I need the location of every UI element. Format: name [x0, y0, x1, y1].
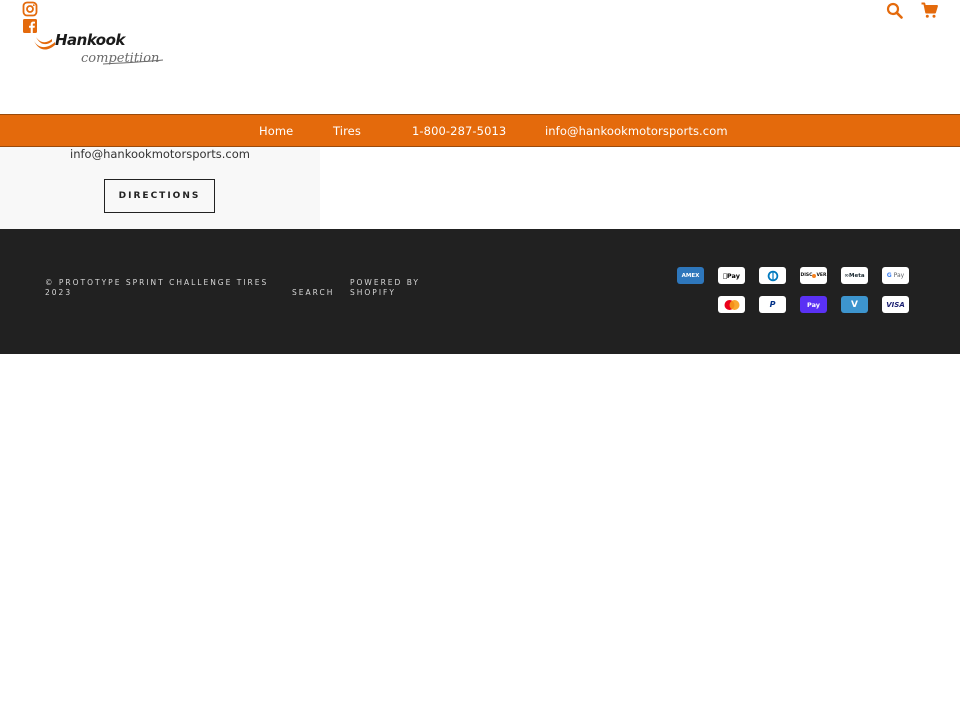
copyright-line-1: © PROTOTYPE SPRINT CHALLENGE TIRES — [45, 278, 269, 287]
footer-search-link[interactable]: SEARCH — [292, 288, 334, 298]
google-pay-icon: G Pay — [882, 267, 909, 284]
logo-wordmark: Hankook — [55, 31, 126, 49]
powered-line-2: SHOPIFY — [350, 288, 396, 297]
paypal-icon: P — [759, 296, 786, 313]
footer-copyright: © PROTOTYPE SPRINT CHALLENGE TIRES 2023 — [45, 278, 268, 298]
visa-icon: VISA — [882, 296, 909, 313]
payment-icons-row-2: P Pay V VISA — [718, 296, 909, 313]
apple-pay-icon: Pay — [718, 267, 745, 284]
powered-line-1: POWERED BY — [350, 278, 421, 287]
nav-tires-link[interactable]: Tires — [333, 124, 361, 138]
logo-subtext: competition — [81, 51, 159, 66]
site-footer: © PROTOTYPE SPRINT CHALLENGE TIRES 2023 … — [0, 229, 960, 354]
site-header: Hankook competition — [0, 0, 960, 114]
amex-icon: AMEX — [677, 267, 704, 284]
footer-powered-by[interactable]: POWERED BY SHOPIFY — [350, 278, 420, 298]
mastercard-icon — [718, 296, 745, 313]
copyright-line-2: 2023 — [45, 288, 73, 297]
discover-icon: DISC VER — [800, 267, 827, 284]
shop-pay-icon: Pay — [800, 296, 827, 313]
nav-phone-link[interactable]: 1-800-287-5013 — [412, 124, 506, 138]
nav-email-link[interactable]: info@hankookmotorsports.com — [545, 124, 728, 138]
cart-icon[interactable] — [921, 2, 938, 19]
nav-home-link[interactable]: Home — [259, 124, 293, 138]
contact-panel: info@hankookmotorsports.com DIRECTIONS — [0, 147, 320, 229]
contact-email[interactable]: info@hankookmotorsports.com — [0, 147, 320, 161]
payment-icons-row-1: AMEX Pay DISCVER ∞Meta G Pay — [677, 267, 909, 284]
header-actions — [886, 2, 938, 19]
search-icon[interactable] — [886, 2, 903, 19]
diners-club-icon — [759, 267, 786, 284]
main-navigation: Home Tires 1-800-287-5013 info@hankookmo… — [0, 114, 960, 147]
hankook-competition-logo[interactable]: Hankook competition — [33, 29, 165, 67]
instagram-icon[interactable] — [22, 1, 38, 17]
directions-button[interactable]: DIRECTIONS — [104, 179, 215, 213]
meta-pay-icon: ∞Meta — [841, 267, 868, 284]
venmo-icon: V — [841, 296, 868, 313]
